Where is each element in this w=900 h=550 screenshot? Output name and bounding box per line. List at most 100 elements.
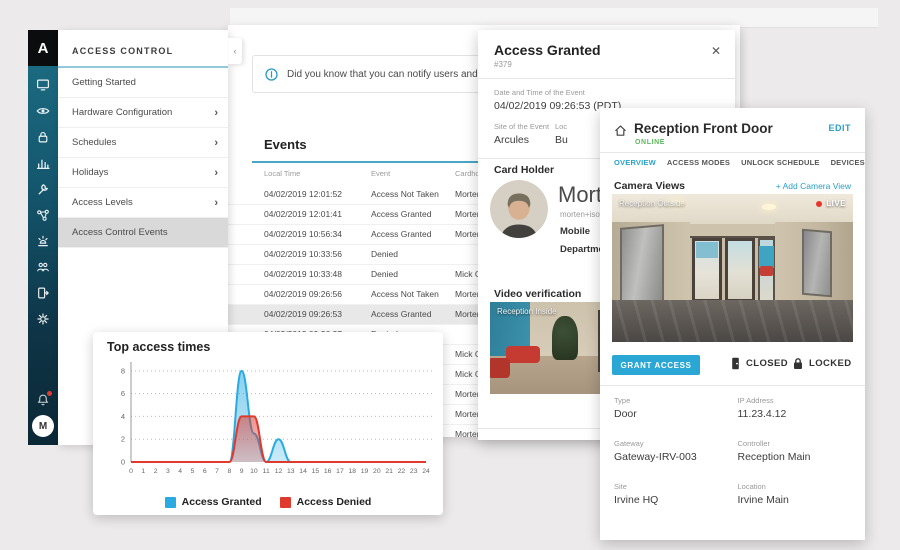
cell-event: Access Granted [371,205,431,224]
decor: 11 [263,468,270,475]
chart-plot-area: 0246801234567891011121314151617181920212… [97,356,439,486]
alarm-icon[interactable] [36,234,50,248]
decor: 20 [373,468,381,475]
location-field: Loc Bu [555,122,568,146]
decor [41,109,44,112]
decor: 9 [240,468,244,475]
decor [36,234,50,248]
add-camera-view-link[interactable]: + Add Camera View [776,181,851,191]
app-logo[interactable]: A [28,30,58,66]
decor: 6 [121,389,125,398]
closed-label: CLOSED [746,358,788,369]
chart-title: Top access times [107,340,210,354]
status-badge: ONLINE [635,139,665,146]
door-locked-status: LOCKED [792,357,852,370]
cell-event: Access Not Taken [371,285,439,304]
decor [36,78,50,92]
cell-event: Access Granted [371,305,431,324]
decor [40,240,45,243]
tab-devices[interactable]: DEVICES [831,158,865,167]
reception-front-door-panel: Reception Front Door ONLINE EDIT OVERVIE… [600,108,865,540]
detail-field-controller: ControllerReception Main [738,439,852,463]
sidebar-item-hardware-configuration[interactable]: Hardware Configuration› [58,98,228,128]
legend-label: Access Granted [182,496,262,508]
decor [38,269,49,271]
avatar[interactable]: M [32,415,54,437]
decor [36,104,50,118]
decor: 7 [215,468,219,475]
sidebar-item-getting-started[interactable]: Getting Started [58,68,228,98]
close-icon[interactable]: ✕ [711,44,721,58]
reports-icon[interactable] [36,156,50,170]
detail-field-location: LocationIrvine Main [738,482,852,506]
menu-collapse-button[interactable]: ‹ [228,38,242,64]
chevron-right-icon: › [214,137,218,149]
tab-unlock-schedule[interactable]: UNLOCK SCHEDULE [741,158,819,167]
decor: 10 [250,468,258,475]
door-tabs: OVERVIEW ACCESS MODES UNLOCK SCHEDULE DEVIC… [614,158,865,167]
cell-event: Access Not Taken [371,185,439,204]
decor [39,288,45,298]
lock-icon[interactable] [36,130,50,144]
detail-value: 11.23.4.12 [738,408,852,420]
decor: 8 [227,468,231,475]
decor: 23 [410,468,418,475]
video-verification-label: Video verification [494,288,581,300]
scene-elevator-right [802,229,832,298]
sidebar-item-access-levels[interactable]: Access Levels› [58,188,228,218]
detail-value: Irvine HQ [614,494,728,506]
menu-title: ACCESS CONTROL [58,30,228,66]
divider [600,152,865,153]
door-title: Reception Front Door [634,121,773,136]
exit-icon[interactable] [36,286,50,300]
decor: 13 [287,468,295,475]
decor [42,404,44,405]
sidebar-item-access-control-events[interactable]: Access Control Events [58,218,228,248]
tab-access-modes[interactable]: ACCESS MODES [667,158,730,167]
decor [36,286,50,300]
live-camera-feed[interactable]: Reception Outside LIVE [612,194,853,342]
workflow-icon[interactable] [36,208,50,222]
eye-icon[interactable] [36,104,50,118]
decor [736,363,738,365]
decor: 0 [129,468,133,475]
chevron-right-icon: › [214,107,218,119]
sidebar-item-schedules[interactable]: Schedules› [58,128,228,158]
decor [796,359,800,363]
decor: 14 [299,468,307,475]
locked-label: LOCKED [809,358,852,369]
chart-legend: Access Granted Access Denied [93,496,443,508]
tab-overview[interactable]: OVERVIEW [614,158,656,167]
decor: 6 [203,468,207,475]
sidebar-item-holidays[interactable]: Holidays› [58,158,228,188]
column-event: Event [371,169,390,178]
users-icon[interactable] [36,260,50,274]
decor: 2 [154,468,158,475]
legend-label: Access Denied [297,496,372,508]
decor: 17 [336,468,344,475]
scene-red-couch [760,266,773,276]
divider [600,385,865,386]
bell-icon[interactable] [36,393,50,407]
decor [36,130,50,144]
edit-button[interactable]: EDIT [828,123,851,133]
scene-door-header [690,224,775,238]
decor [44,263,47,266]
detail-value: Gateway-IRV-003 [614,451,728,463]
detail-field-ip-address: IP Address11.23.4.12 [738,396,852,420]
wrench-icon[interactable] [36,182,50,196]
gear-icon[interactable] [36,312,50,326]
decor [36,260,50,274]
grant-access-button[interactable]: GRANT ACCESS [612,355,700,375]
decor: 0 [121,458,125,467]
video-wall-icon[interactable] [36,78,50,92]
door-closed-status: CLOSED [730,357,788,370]
sidebar-rail: A M [28,30,58,445]
detail-value: Door [614,408,728,420]
notification-badge [47,391,52,396]
legend-item-access-denied: Access Denied [280,496,372,508]
door-details: TypeDoorIP Address11.23.4.12GatewayGatew… [614,396,851,506]
cell-local-time: 04/02/2019 10:56:34 [264,225,342,244]
events-title: Events [264,137,307,152]
cardholder-section-label: Card Holder [494,164,554,176]
